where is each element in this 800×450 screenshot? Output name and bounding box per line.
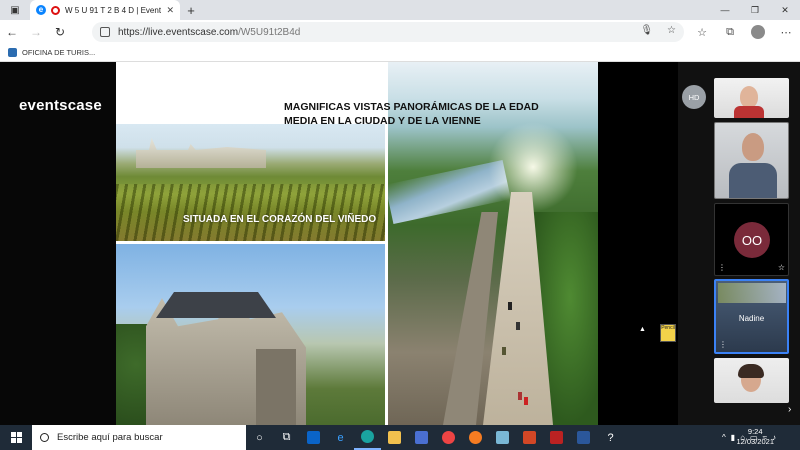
participant-tile[interactable] bbox=[714, 122, 789, 199]
close-tab-icon[interactable]: ✕ bbox=[166, 5, 174, 16]
refresh-button[interactable]: ↻ bbox=[48, 20, 72, 44]
favorite-link[interactable]: OFICINA DE TURIS... bbox=[22, 48, 95, 57]
microphone-icon[interactable]: 🎙 bbox=[640, 25, 653, 36]
usb-icon[interactable]: ▮ bbox=[731, 433, 735, 442]
taskbar-apps: ○ ⧉ e ? bbox=[246, 425, 624, 450]
mouse-cursor-icon: ▲ bbox=[639, 326, 646, 333]
slide-title-line1: MAGNIFICAS VISTAS PANORÁMICAS DE LA EDAD bbox=[284, 101, 539, 113]
participant-tile-oo[interactable]: OO ⋮ ☆ bbox=[714, 203, 789, 276]
edge-icon[interactable] bbox=[354, 425, 381, 450]
page-content: eventscase SITUADA EN EL CORAZÓN DEL VIÑ… bbox=[0, 62, 800, 425]
pin-star-icon[interactable]: ☆ bbox=[778, 263, 785, 272]
new-tab-button[interactable]: + bbox=[180, 0, 202, 20]
start-button[interactable] bbox=[0, 425, 32, 450]
browser-window: ▣ e W 5 U 91 T 2 B 4 D | Events ✕ + — ❐ … bbox=[0, 0, 800, 450]
participant-avatar: OO bbox=[734, 222, 770, 258]
self-avatar[interactable]: HD bbox=[682, 85, 706, 109]
edge-favicon-icon: e bbox=[36, 5, 46, 15]
vineyard-caption: SITUADA EN EL CORAZÓN DEL VIÑEDO bbox=[183, 214, 377, 225]
windows-logo-icon bbox=[10, 432, 22, 443]
profile-icon[interactable] bbox=[744, 20, 772, 44]
app-icon[interactable] bbox=[543, 425, 570, 450]
clock-date: 12/03/2021 bbox=[736, 437, 774, 446]
taskbar-clock[interactable]: 9:24 12/03/2021 bbox=[736, 427, 774, 447]
help-icon[interactable]: ? bbox=[597, 425, 624, 450]
app-icon[interactable] bbox=[489, 425, 516, 450]
tab-title: W 5 U 91 T 2 B 4 D | Events bbox=[65, 5, 162, 15]
more-options-icon[interactable]: ⋯ bbox=[772, 20, 800, 44]
forward-button[interactable]: → bbox=[24, 20, 48, 44]
pencil-sticker[interactable]: Pencil bbox=[660, 324, 676, 342]
add-favorite-icon[interactable]: ☆ bbox=[667, 25, 676, 36]
address-bar[interactable]: https://live.eventscase.com/W5U91t2B4d 🎙… bbox=[92, 22, 684, 42]
tab-bar: ▣ e W 5 U 91 T 2 B 4 D | Events ✕ + — ❐ … bbox=[0, 0, 800, 20]
clock-time: 9:24 bbox=[747, 427, 763, 436]
participant-tile[interactable] bbox=[714, 358, 789, 403]
back-button[interactable]: ← bbox=[0, 20, 24, 44]
app-icon[interactable] bbox=[408, 425, 435, 450]
slide-title-line2: MEDIA EN LA CIUDAD Y DE LA VIENNE bbox=[284, 115, 481, 128]
slide-title: MAGNIFICAS VISTAS PANORÁMICAS DE LA EDAD… bbox=[284, 100, 554, 128]
participant-tile-nadine[interactable]: Nadine ⋮ bbox=[714, 279, 789, 354]
cortana-icon[interactable]: ○ bbox=[246, 425, 273, 450]
windows-taskbar: Escribe aquí para buscar ○ ⧉ e ? ^ ▮ ⌂ ▭… bbox=[0, 425, 800, 450]
recording-icon bbox=[51, 5, 60, 15]
eventscase-logo: eventscase bbox=[19, 97, 102, 114]
presentation-slide: SITUADA EN EL CORAZÓN DEL VIÑEDO MAGNIFI… bbox=[116, 62, 598, 425]
outlook-icon[interactable] bbox=[300, 425, 327, 450]
edge-legacy-icon[interactable]: e bbox=[327, 425, 354, 450]
left-panel: eventscase bbox=[0, 62, 116, 425]
tile-menu-icon[interactable]: ⋮ bbox=[718, 263, 726, 272]
tile-menu-icon[interactable]: ⋮ bbox=[719, 340, 727, 349]
lock-icon bbox=[100, 27, 110, 37]
participant-name: Nadine bbox=[738, 314, 765, 323]
chevron-up-icon[interactable]: ^ bbox=[722, 433, 726, 442]
chevron-right-icon[interactable]: › bbox=[788, 404, 791, 415]
tab-eventscase[interactable]: e W 5 U 91 T 2 B 4 D | Events ✕ bbox=[30, 0, 180, 20]
powerpoint-icon[interactable] bbox=[516, 425, 543, 450]
window-menu-icon[interactable]: ▣ bbox=[0, 0, 30, 20]
close-window-icon[interactable]: ✕ bbox=[770, 0, 800, 20]
minimize-icon[interactable]: — bbox=[710, 0, 740, 20]
word-icon[interactable] bbox=[570, 425, 597, 450]
favorite-site-icon bbox=[8, 48, 17, 57]
restore-icon[interactable]: ❐ bbox=[740, 0, 770, 20]
firefox-icon[interactable] bbox=[462, 425, 489, 450]
url-host: https://live.eventscase.com bbox=[118, 26, 239, 38]
task-view-icon[interactable]: ⧉ bbox=[273, 425, 300, 450]
search-placeholder: Escribe aquí para buscar bbox=[57, 432, 163, 443]
search-icon bbox=[40, 433, 49, 442]
window-controls: — ❐ ✕ bbox=[710, 0, 800, 20]
navigation-bar: ← → ↻ https://live.eventscase.com/W5U91t… bbox=[0, 20, 800, 44]
favorites-bar: OFICINA DE TURIS... bbox=[0, 44, 800, 62]
chrome-icon[interactable] bbox=[435, 425, 462, 450]
favorites-icon[interactable]: ☆ bbox=[688, 20, 716, 44]
chateau-photo bbox=[116, 244, 385, 425]
url-path: /W5U91t2B4d bbox=[238, 26, 301, 38]
file-explorer-icon[interactable] bbox=[381, 425, 408, 450]
taskbar-search[interactable]: Escribe aquí para buscar bbox=[32, 425, 246, 450]
collections-icon[interactable]: ⧉ bbox=[716, 20, 744, 44]
toolbar-right: ☆ ⧉ ⋯ bbox=[688, 20, 800, 44]
participant-tile[interactable] bbox=[714, 78, 789, 118]
